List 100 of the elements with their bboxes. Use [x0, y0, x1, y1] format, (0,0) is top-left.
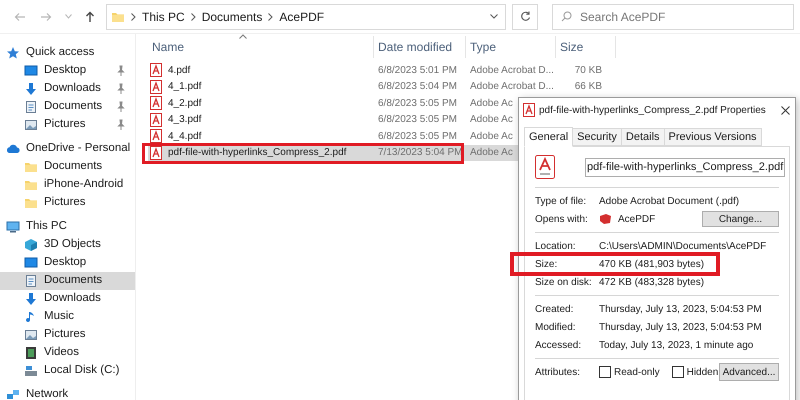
- chevron-icon: [131, 12, 136, 20]
- close-icon: [780, 106, 790, 114]
- chevron-icon: [268, 12, 274, 20]
- pdf-file-icon: [150, 129, 162, 144]
- refresh-button[interactable]: [512, 4, 538, 30]
- search-icon: [561, 11, 572, 22]
- caret-icon: [64, 14, 72, 19]
- type-text: Adobe Ac: [470, 98, 513, 109]
- checkbox[interactable]: Hidden: [672, 364, 718, 380]
- property-value: C:\Users\ADMIN\Documents\AcePDF: [599, 240, 766, 254]
- monitor-icon: [24, 64, 38, 78]
- property-label: Modified:: [535, 320, 577, 334]
- breadcrumb[interactable]: Documents: [202, 8, 262, 26]
- sidebar-item[interactable]: Pictures: [0, 116, 135, 134]
- network-icon: [6, 388, 20, 400]
- folder-icon: [24, 178, 38, 192]
- sidebar-item[interactable]: Downloads: [0, 80, 135, 98]
- type-text: Adobe Ac: [470, 114, 513, 126]
- date-text: 6/8/2023 5:05 PM: [378, 98, 457, 109]
- tab[interactable]: General: [524, 127, 574, 147]
- pdf-file-icon: [150, 112, 162, 127]
- caret-icon: [490, 14, 498, 19]
- change-button[interactable]: Change...: [702, 211, 779, 227]
- column-header[interactable]: Date modified: [374, 36, 466, 58]
- sidebar-item[interactable]: Videos: [0, 344, 135, 362]
- sidebar-item[interactable]: Network: [0, 386, 135, 400]
- monitor-icon: [24, 256, 38, 270]
- up-arrow-icon: [85, 10, 95, 22]
- forward-arrow-icon: [40, 12, 52, 22]
- sidebar-item[interactable]: 3D Objects: [0, 236, 135, 254]
- cube-icon: [24, 238, 38, 252]
- column-header[interactable]: Name: [148, 36, 374, 58]
- file-name-field[interactable]: pdf-file-with-hyperlinks_Compress_2.pdf: [585, 158, 786, 176]
- sidebar-item[interactable]: Downloads: [0, 290, 135, 308]
- date-text: 6/8/2023 5:05 PM: [378, 130, 457, 142]
- film-icon: [24, 346, 38, 360]
- down-arrow-icon: [24, 82, 38, 96]
- tab[interactable]: Previous Versions: [664, 128, 762, 146]
- address-bar[interactable]: This PC Documents AcePDF: [106, 4, 506, 30]
- picture-icon: [24, 118, 38, 132]
- breadcrumb[interactable]: This PC: [142, 8, 185, 26]
- sidebar-item[interactable]: Documents: [0, 272, 135, 290]
- sidebar-item[interactable]: Desktop: [0, 254, 135, 272]
- file-name: 4.pdf: [168, 64, 190, 78]
- sidebar-item[interactable]: Desktop: [0, 62, 135, 80]
- property-label: Location:: [535, 240, 577, 254]
- tab[interactable]: Details: [622, 128, 665, 146]
- file-name: 4_2.pdf: [168, 96, 202, 111]
- back-arrow-icon: [14, 12, 26, 22]
- folder-icon: [24, 160, 38, 174]
- sidebar-item[interactable]: Documents: [0, 98, 135, 116]
- search-field[interactable]: Search AcePDF: [552, 4, 794, 30]
- sidebar-item[interactable]: Music: [0, 308, 135, 326]
- advanced-button[interactable]: Advanced...: [719, 363, 779, 381]
- down-arrow-icon: [24, 292, 38, 306]
- cloud-icon: [6, 142, 20, 156]
- folder-icon: [24, 196, 38, 210]
- column-header[interactable]: Type: [466, 36, 556, 58]
- file-row[interactable]: 4_1.pdf 6/8/2023 5:04 PM Adobe Acrobat D... 66 KB: [148, 78, 616, 95]
- document-icon: [24, 100, 38, 114]
- pdf-document-icon: [535, 155, 555, 179]
- type-text: Adobe Ac: [470, 147, 513, 158]
- date-text: 6/8/2023 5:04 PM: [378, 81, 457, 92]
- type-text: Adobe Acrobat D...: [470, 81, 554, 92]
- star-icon: [6, 46, 20, 60]
- pdf-file-icon: [150, 146, 162, 160]
- sort-caret-icon: [239, 34, 247, 39]
- property-label: Accessed:: [535, 338, 582, 352]
- drive-icon: [24, 364, 38, 378]
- file-name: 4_4.pdf: [168, 130, 202, 144]
- file-name: 4_3.pdf: [168, 113, 202, 128]
- property-value: 472 KB (483,328 bytes): [599, 276, 704, 290]
- pdf-file-icon: [150, 96, 162, 110]
- property-value: 470 KB (481,903 bytes): [599, 258, 704, 272]
- property-label: Size:: [535, 258, 558, 272]
- search-input[interactable]: Search AcePDF: [580, 8, 730, 26]
- file-row[interactable]: 4.pdf 6/8/2023 5:01 PM Adobe Acrobat D... 70 KB: [148, 62, 616, 78]
- sidebar-item[interactable]: OneDrive - Personal: [0, 140, 135, 158]
- chevron-icon: [190, 12, 196, 20]
- sidebar-item[interactable]: This PC: [0, 218, 135, 236]
- sidebar-item[interactable]: Pictures: [0, 326, 135, 344]
- sidebar-item[interactable]: iPhone-Android: [0, 176, 135, 194]
- date-text: 6/8/2023 5:05 PM: [378, 114, 457, 126]
- column-header[interactable]: Size: [556, 36, 616, 58]
- sidebar-item[interactable]: Quick access: [0, 44, 135, 62]
- sidebar-item[interactable]: Documents: [0, 158, 135, 176]
- property-value: Adobe Acrobat Document (.pdf): [599, 194, 740, 208]
- property-label: Attributes:: [535, 366, 582, 380]
- sidebar-item[interactable]: Pictures: [0, 194, 135, 212]
- app-icon: [599, 213, 612, 225]
- pdf-file-icon: [523, 103, 535, 117]
- property-value: Today, July 13, 2023, 1 minute ago: [599, 338, 754, 352]
- tab[interactable]: Security: [573, 128, 622, 146]
- file-name: 4_1.pdf: [168, 80, 202, 94]
- checkbox[interactable]: Read-only: [599, 364, 660, 380]
- breadcrumb[interactable]: AcePDF: [279, 8, 324, 26]
- sidebar-item[interactable]: Local Disk (C:): [0, 362, 135, 380]
- size-text: 66 KB: [574, 81, 602, 92]
- property-value: Thursday, July 13, 2023, 5:04:53 PM: [599, 320, 762, 334]
- type-text: Adobe Acrobat D...: [470, 64, 554, 76]
